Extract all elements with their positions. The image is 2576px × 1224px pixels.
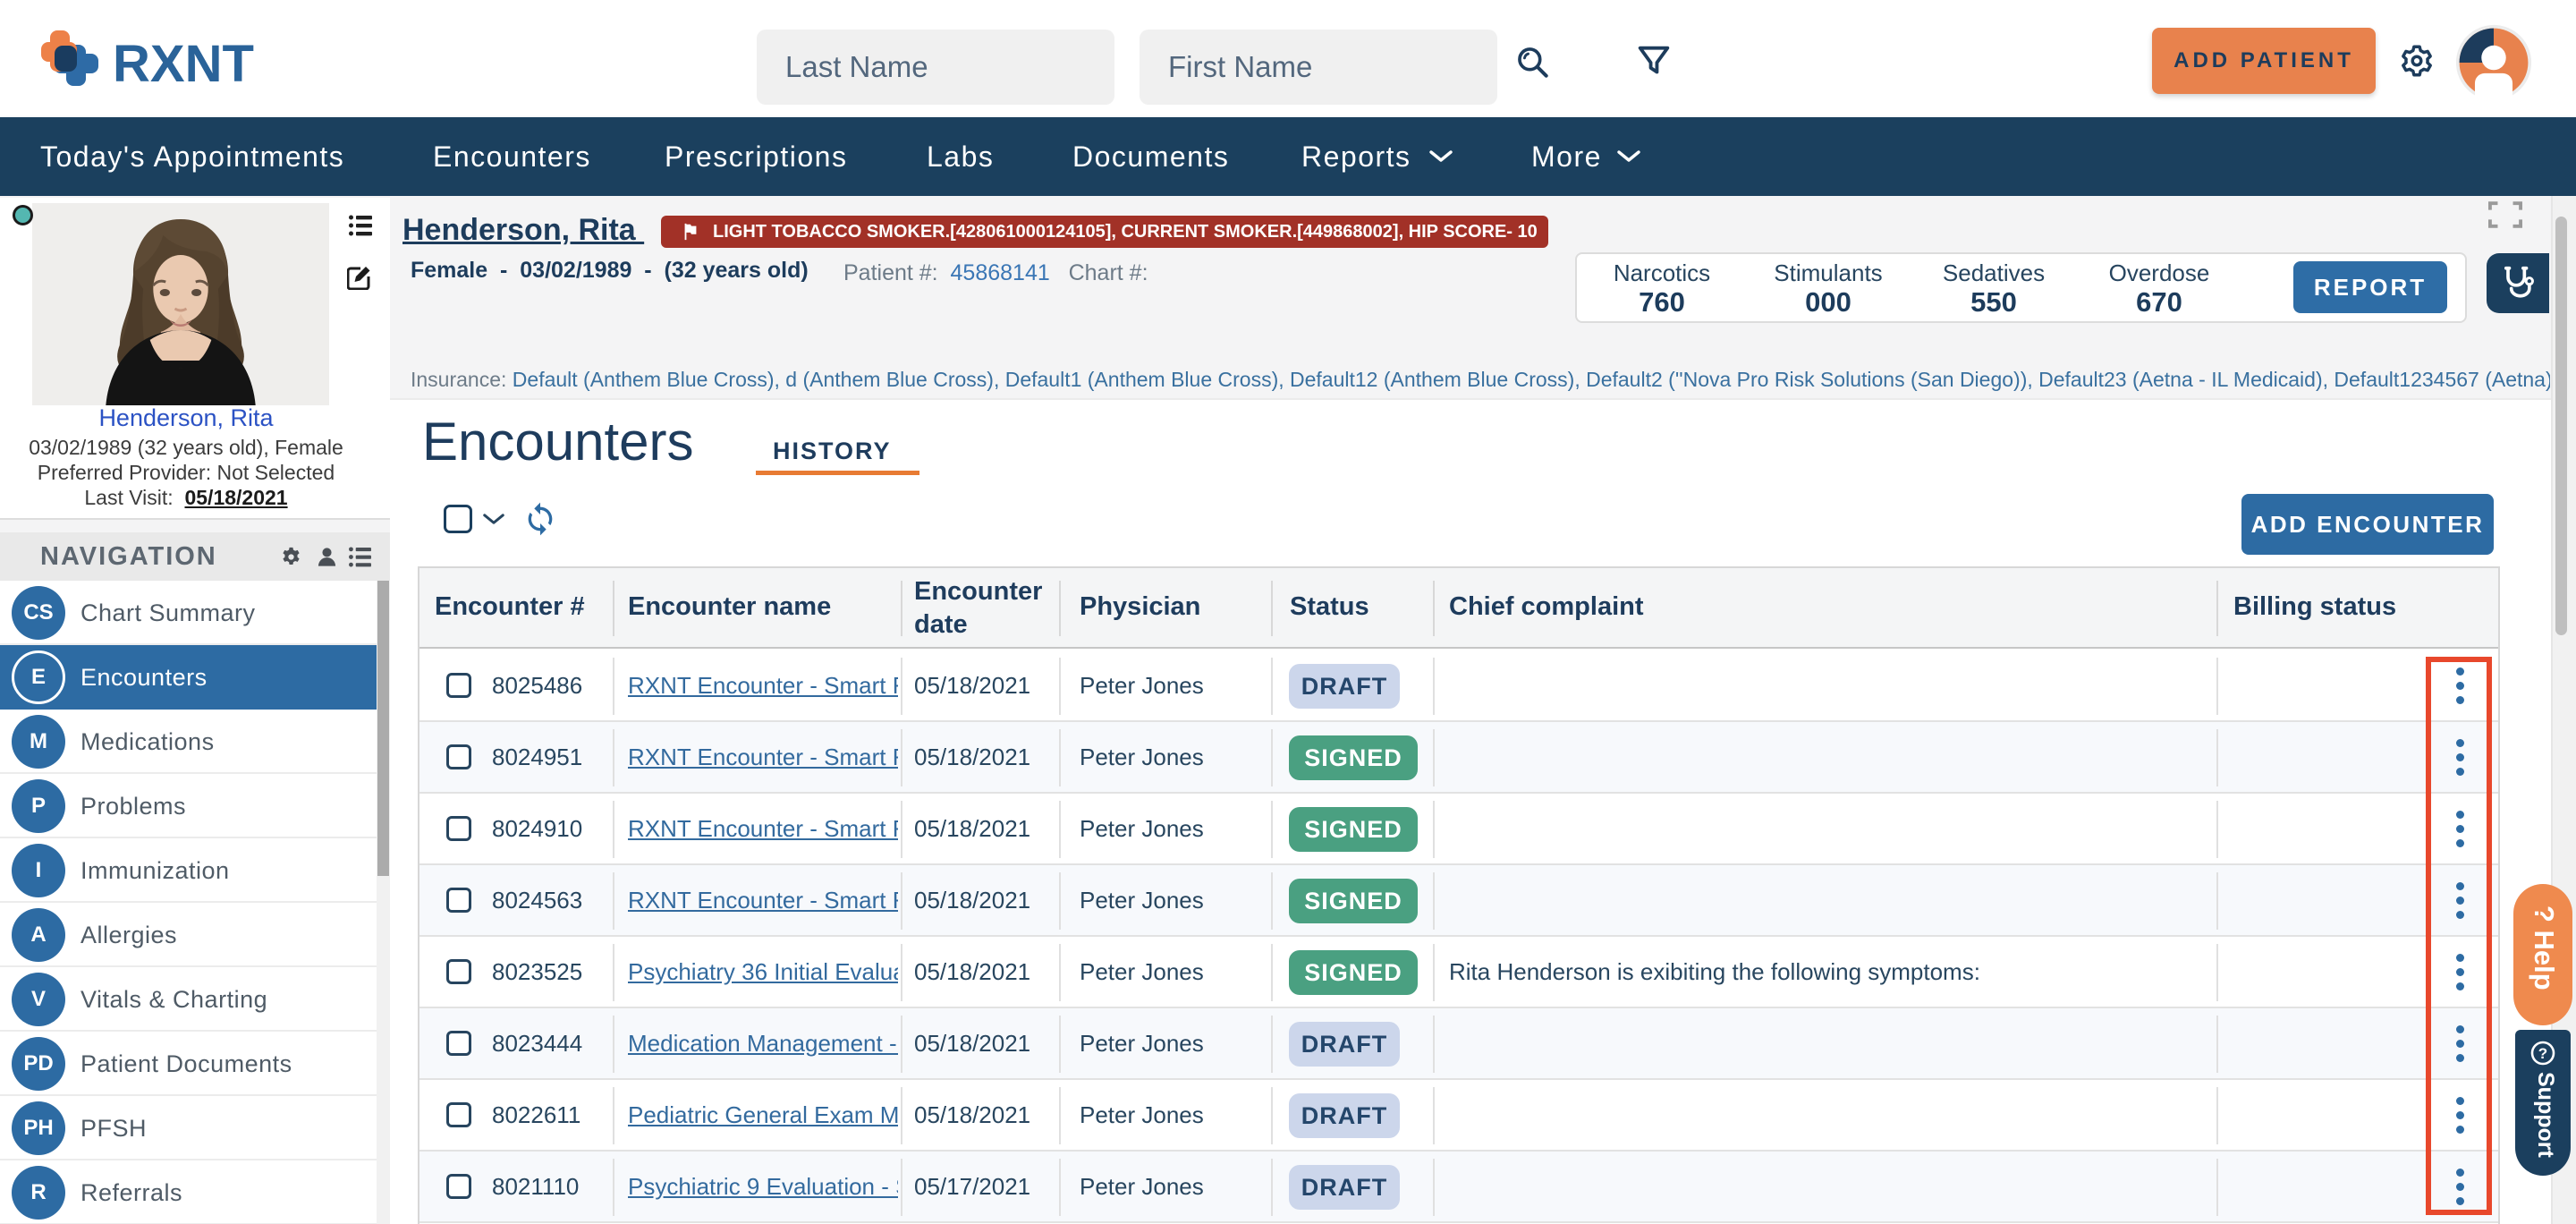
svg-text:RXNT: RXNT <box>113 35 254 86</box>
svg-text:?: ? <box>2538 1045 2547 1062</box>
